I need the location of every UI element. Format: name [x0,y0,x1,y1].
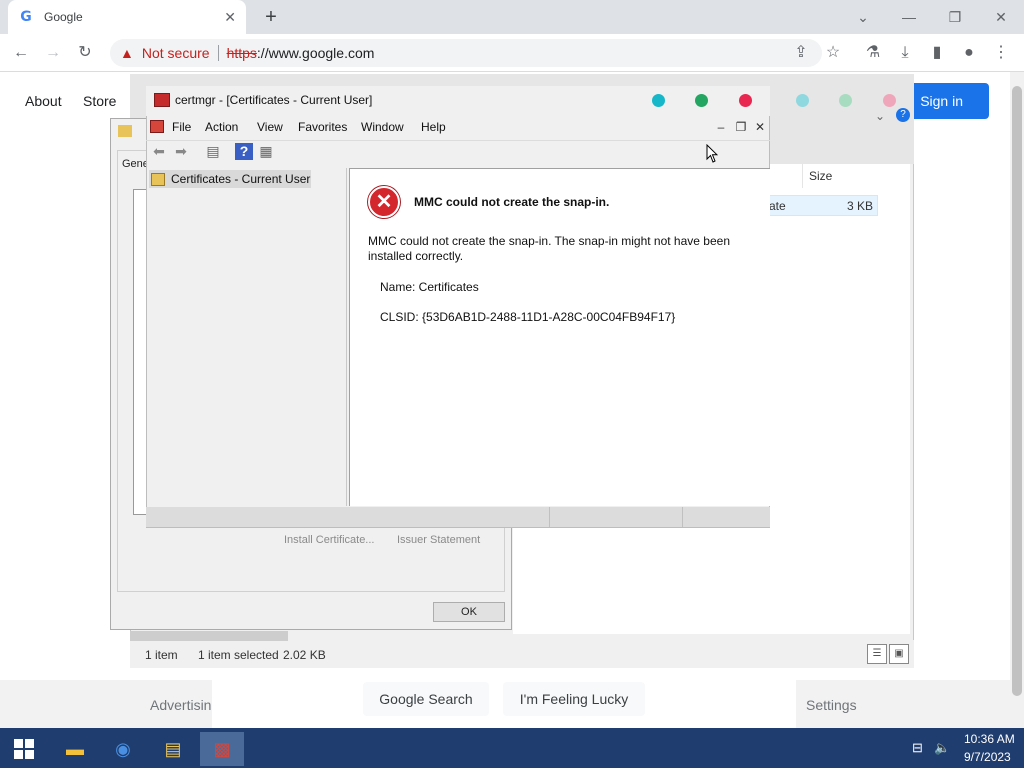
ok-button[interactable]: OK [433,602,505,622]
divider [217,45,219,61]
tree-item-certificates[interactable]: Certificates - Current User [149,170,311,188]
window-dot-green-icon[interactable] [695,94,708,107]
google-search-button[interactable]: Google Search [363,682,489,716]
address-bar[interactable]: ▲ Not secure https ://www.google.com [110,39,822,67]
forward-icon: ➡ [175,143,187,159]
window-dot-green-icon [839,94,852,107]
back-icon[interactable]: ← [8,40,34,66]
certificate-icon [118,125,132,137]
share-icon[interactable]: ⇪ [788,40,814,66]
close-window-button[interactable]: ✕ [978,3,1024,31]
show-hide-tree-icon[interactable]: ▤ [204,143,222,160]
back-icon: ⬅ [153,143,165,159]
certmgr-title: certmgr - [Certificates - Current User] [175,93,373,107]
feeling-lucky-button[interactable]: I'm Feeling Lucky [503,682,645,716]
menu-window[interactable]: Window [361,120,404,134]
certmgr-app-icon [154,93,170,107]
help-icon[interactable]: ? [235,143,253,160]
about-link[interactable]: About [25,93,62,109]
menu-action[interactable]: Action [205,120,238,134]
scrollbar-thumb[interactable] [1012,86,1022,696]
mdi-close-icon[interactable]: ✕ [752,119,768,135]
status-size: 2.02 KB [283,648,326,662]
menu-kebab-icon[interactable]: ⋮ [988,40,1014,66]
error-clsid: CLSID: {53D6AB1D-2488-11D1-A28C-00C04FB9… [380,310,676,324]
chrome-icon[interactable]: ◉ [102,732,144,766]
not-secure-label[interactable]: Not secure [142,45,210,61]
table-row[interactable]: ate 3 KB [760,195,878,216]
new-tab-button[interactable]: + [259,5,283,29]
file-explorer-icon[interactable]: ▬ [54,732,96,766]
tab-close-icon[interactable]: ✕ [224,9,236,26]
divider [549,507,550,527]
horizontal-scrollbar[interactable] [130,631,288,641]
console-tree [147,168,347,506]
error-icon: ✕ [368,186,400,218]
error-message: MMC could not create the snap-in. The sn… [368,234,730,263]
network-icon[interactable]: ⊟ [912,740,923,756]
details-view-icon[interactable]: ☰ [867,644,887,664]
window-dot-teal-icon [796,94,809,107]
menu-view[interactable]: View [257,120,283,134]
windows-start-icon[interactable] [14,739,34,759]
tab-search-icon[interactable]: ⌄ [840,3,886,31]
menu-help[interactable]: Help [421,120,446,134]
mdi-restore-icon[interactable]: ❐ [733,119,749,135]
divider [682,507,683,527]
certificate-app-icon[interactable]: ▤ [152,732,194,766]
settings-link[interactable]: Settings [806,697,857,713]
column-header-size[interactable]: Size [802,164,882,188]
advertising-link[interactable]: Advertisin [150,697,211,713]
window-dot-red-icon [883,94,896,107]
chevron-down-icon[interactable]: ⌄ [875,109,885,123]
tab-general[interactable]: Gene [122,158,149,170]
certmgr-statusbar [146,507,770,527]
action-pane-icon[interactable]: ▦ [257,143,275,160]
menu-favorites[interactable]: Favorites [298,120,347,134]
download-icon[interactable]: ⤓ [892,40,918,66]
warning-icon: ▲ [120,45,134,61]
clock-date[interactable]: 9/7/2023 [964,750,1011,764]
reload-icon[interactable]: ↻ [72,40,98,66]
result-pane [349,168,770,506]
status-selected: 1 item selected [198,648,279,662]
mdi-minimize-icon[interactable]: – [713,119,729,135]
store-link[interactable]: Store [83,93,116,109]
bookmark-star-icon[interactable]: ☆ [820,40,846,66]
browser-toolbar: ← → ↻ ▲ Not secure https ://www.google.c… [0,34,1024,72]
certificate-store-icon [151,172,165,186]
tree-item-label: Certificates - Current User [171,172,311,186]
status-item-count: 1 item [145,648,178,662]
error-title: MMC could not create the snap-in. [414,195,610,209]
row-type: ate [769,198,786,213]
side-panel-icon[interactable]: ▮ [924,40,950,66]
profile-avatar-icon[interactable]: ● [956,40,982,66]
console-doc-icon [150,120,164,133]
large-icons-view-icon[interactable]: ▣ [889,644,909,664]
google-favicon-icon: G [20,9,32,25]
clock-time[interactable]: 10:36 AM [964,732,1015,746]
tab-title: Google [44,10,83,24]
menu-file[interactable]: File [172,120,191,134]
window-dot-red-icon[interactable] [739,94,752,107]
extensions-icon[interactable]: ⚗ [860,40,886,66]
forward-icon: → [45,44,61,61]
row-size: 3 KB [846,198,873,213]
mouse-cursor-icon [706,144,718,163]
restore-button[interactable]: ❐ [932,3,978,31]
issuer-statement-button: Issuer Statement [397,534,481,546]
help-icon[interactable]: ? [896,108,910,122]
error-snapin-name: Name: Certificates [380,280,479,294]
window-dot-teal-icon[interactable] [652,94,665,107]
minimize-button[interactable]: — [886,3,932,31]
url-host: ://www.google.com [256,45,375,61]
url-scheme: https [226,45,257,61]
browser-tab[interactable]: G Google ✕ [8,0,246,34]
install-certificate-button: Install Certificate... [284,534,375,546]
volume-muted-icon[interactable]: 🔈 [934,740,950,756]
certmgr-taskbar-icon: ▩ [213,739,231,759]
